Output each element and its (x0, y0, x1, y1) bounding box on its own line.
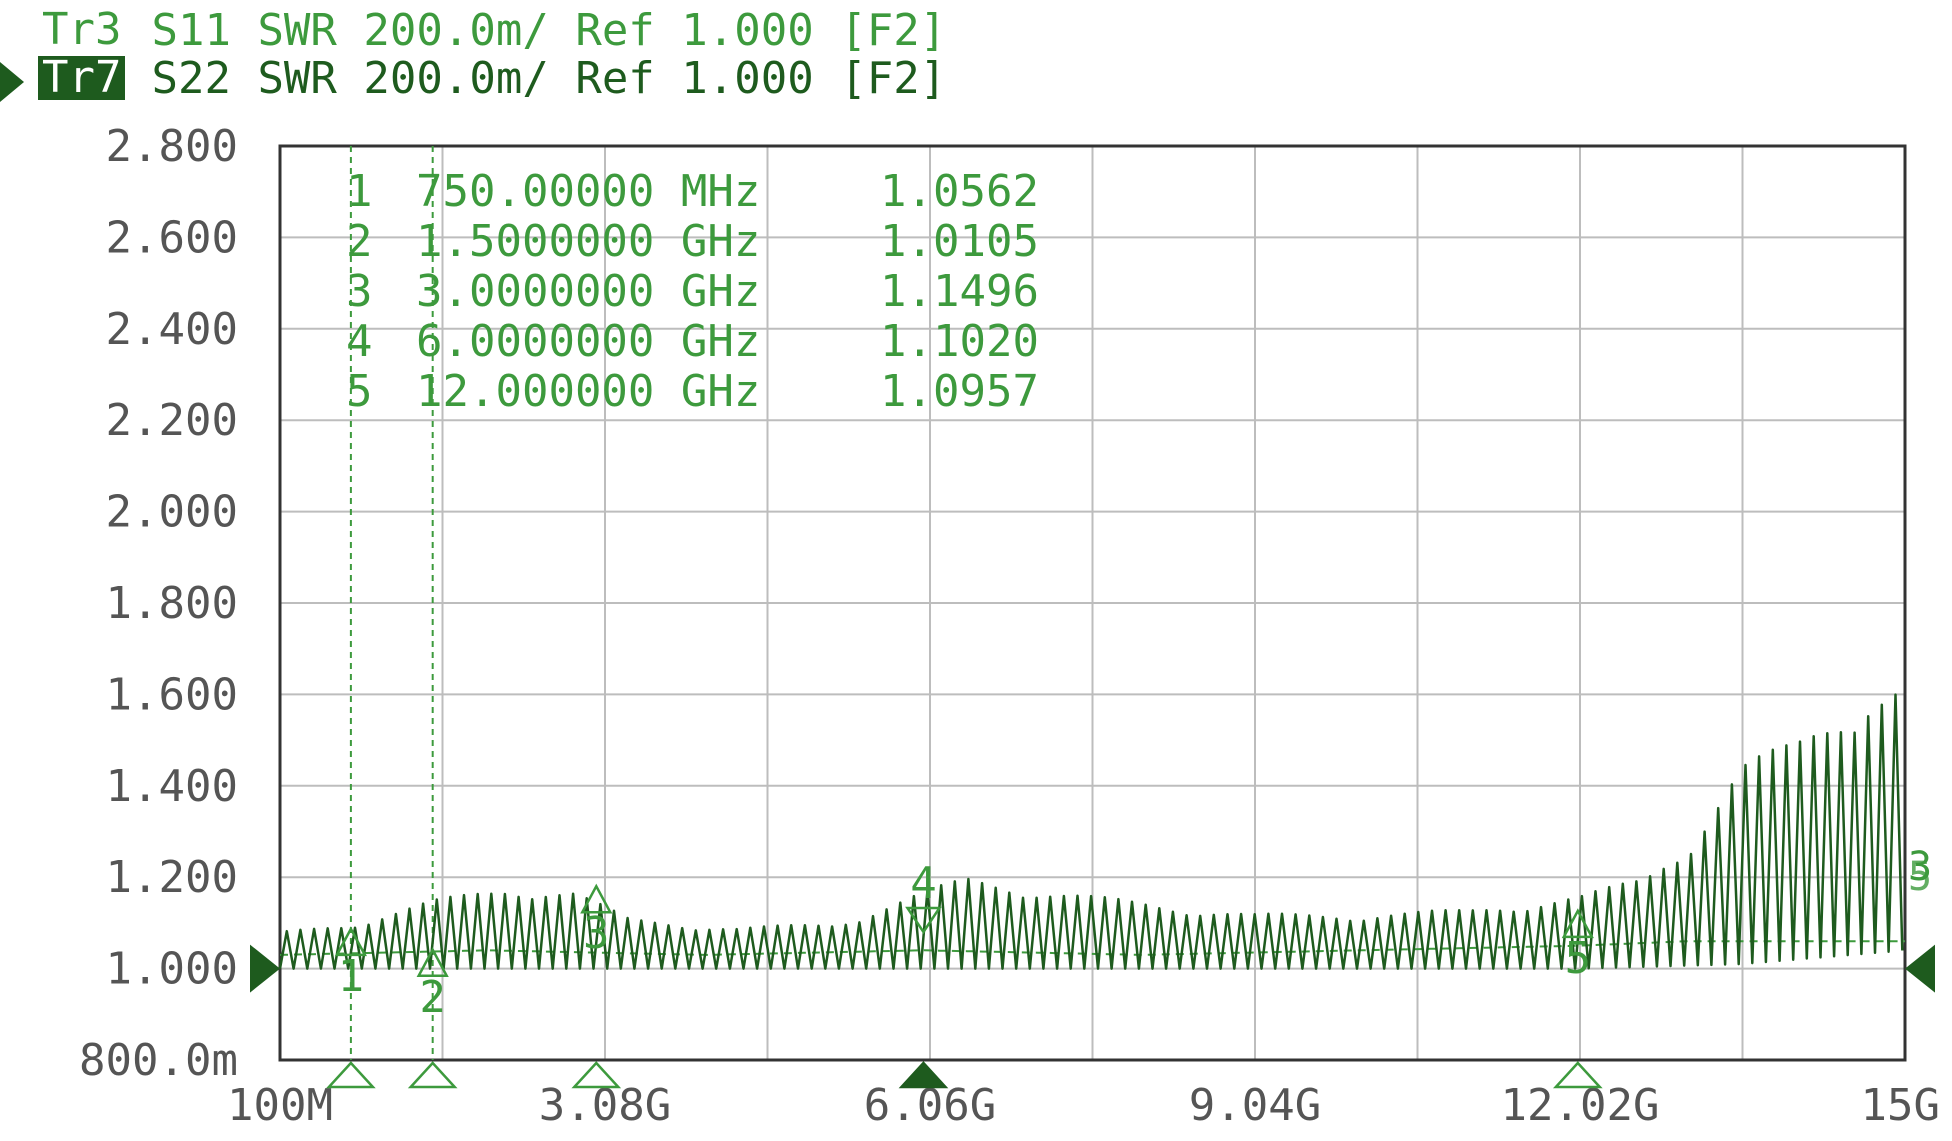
marker-label: 5 (1565, 933, 1592, 984)
y-tick-label: 2.600 (106, 212, 238, 263)
marker-table-num: 4 (346, 316, 373, 367)
marker-table-num: 1 (346, 166, 373, 217)
marker-label: 2 (419, 972, 446, 1023)
y-tick-label: 2.200 (106, 395, 238, 446)
y-tick-label: 2.400 (106, 304, 238, 355)
y-tick-label: 2.800 (106, 121, 238, 172)
y-tick-label: 1.200 (106, 852, 238, 903)
y-tick-label: 1.800 (106, 578, 238, 629)
x-tick-label: 100M (227, 1080, 333, 1131)
marker-table-num: 2 (346, 216, 373, 267)
series-s22-line (278, 693, 1904, 970)
marker-table-value: 1.1020 (880, 316, 1039, 367)
right-edge-marker-label: 5 (1908, 854, 1932, 900)
marker-table-freq: 6.0000000 GHz (416, 316, 760, 367)
marker-label: 1 (338, 951, 365, 1002)
y-tick-label: 1.600 (106, 669, 238, 720)
marker-table-num: 3 (346, 266, 373, 317)
x-tick-label: 9.04G (1189, 1080, 1321, 1131)
marker-table-num: 5 (346, 366, 373, 417)
bottom-marker-icon (898, 1061, 949, 1089)
marker-table-value: 1.0957 (880, 366, 1039, 417)
y-tick-label: 1.400 (106, 761, 238, 812)
marker-label: 4 (910, 858, 937, 909)
bottom-marker-icon (407, 1061, 458, 1089)
x-tick-label: 15G (1861, 1080, 1940, 1131)
bottom-marker-icon (326, 1061, 376, 1089)
reference-right-arrow-icon (1905, 944, 1935, 993)
swr-chart: 2.800 2.600 2.400 2.200 2.000 1.800 1.600 1.400… (79, 121, 1940, 1131)
marker-table-value: 1.0105 (880, 216, 1039, 267)
marker-table-value: 1.1496 (880, 266, 1039, 317)
marker-table-value: 1.0562 (880, 166, 1039, 217)
reference-left-arrow-icon (250, 944, 280, 993)
marker-table-freq: 3.0000000 GHz (416, 266, 760, 317)
marker-table-freq: 1.5000000 GHz (416, 216, 760, 267)
marker-table-freq: 750.00000 MHz (416, 166, 760, 217)
y-tick-label: 1.000 (106, 944, 238, 995)
marker-table-freq: 12.000000 GHz (416, 366, 760, 417)
marker-label: 3 (583, 908, 610, 959)
y-tick-label: 800.0m (79, 1035, 238, 1086)
y-tick-label: 2.000 (106, 487, 238, 538)
